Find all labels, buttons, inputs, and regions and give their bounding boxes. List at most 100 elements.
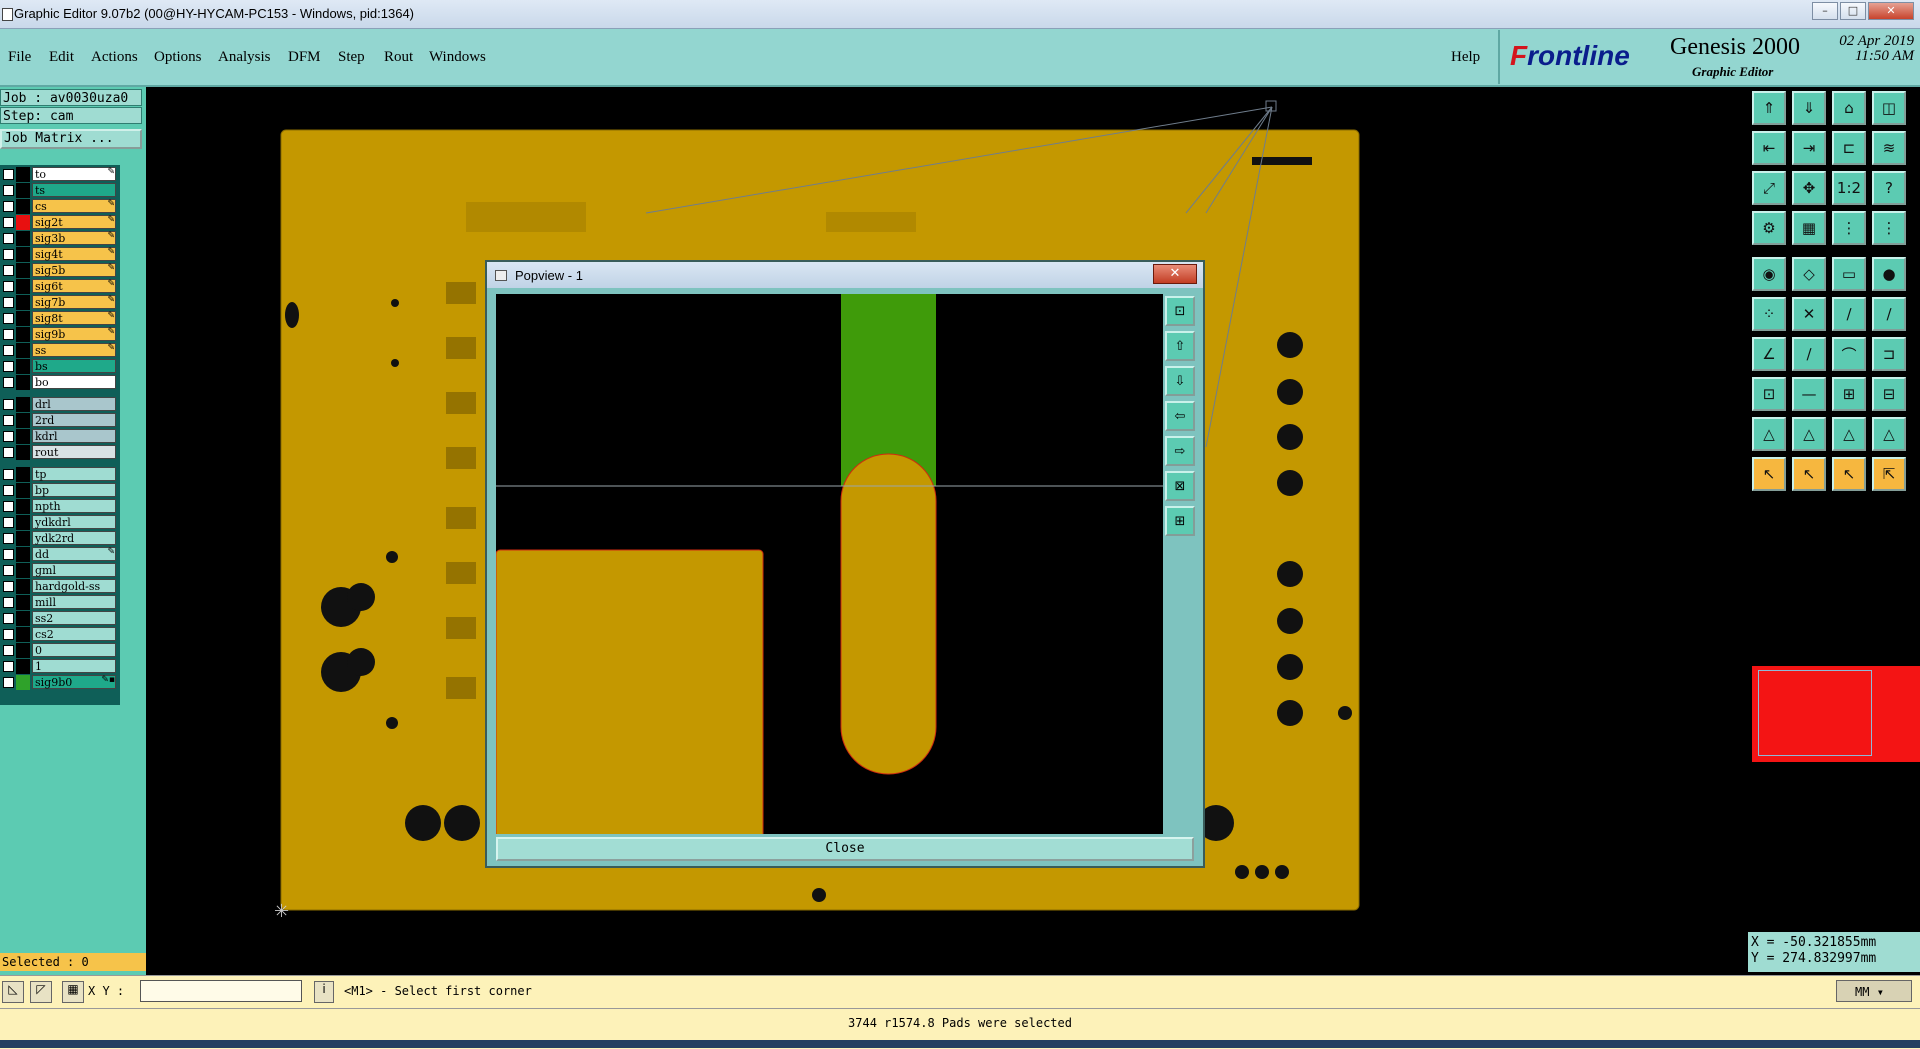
menu-actions[interactable]: Actions: [91, 49, 138, 66]
layer-checkbox[interactable]: [3, 533, 14, 544]
layer-checkbox[interactable]: [3, 645, 14, 656]
layer-row-ss2[interactable]: ss2: [0, 611, 118, 626]
tool-button-r1-c3[interactable]: ≋: [1872, 131, 1906, 165]
layer-row-2rd[interactable]: 2rd: [0, 413, 118, 428]
tool-button-r4-c1[interactable]: ◇: [1792, 257, 1826, 291]
layer-row-tp[interactable]: tp: [0, 467, 118, 482]
layer-row-dd[interactable]: dd ✎: [0, 547, 118, 562]
tool-button-r2-c0[interactable]: ⤢: [1752, 171, 1786, 205]
layer-checkbox[interactable]: [3, 399, 14, 410]
popview-tool-button[interactable]: ⊞: [1165, 506, 1195, 536]
layer-checkbox[interactable]: [3, 629, 14, 640]
tool-button-r5-c2[interactable]: ∕: [1832, 297, 1866, 331]
popview-tool-button[interactable]: ⇨: [1165, 436, 1195, 466]
menu-analysis[interactable]: Analysis: [218, 49, 271, 66]
layer-row-bp[interactable]: bp: [0, 483, 118, 498]
tool-button-r3-c3[interactable]: ⋮: [1872, 211, 1906, 245]
tool-button-r9-c2[interactable]: ↖: [1832, 457, 1866, 491]
layer-name[interactable]: dd: [32, 547, 116, 561]
layer-name[interactable]: rout: [32, 445, 116, 459]
layer-checkbox[interactable]: [3, 661, 14, 672]
popview-close-button[interactable]: Close: [496, 837, 1194, 861]
layer-name[interactable]: sig9b: [32, 327, 116, 341]
layer-name[interactable]: bp: [32, 483, 116, 497]
popview-tool-button[interactable]: ⇧: [1165, 331, 1195, 361]
layer-row-sig5b[interactable]: sig5b ✎: [0, 263, 118, 278]
tool-button-r4-c2[interactable]: ▭: [1832, 257, 1866, 291]
layer-checkbox[interactable]: [3, 597, 14, 608]
layer-checkbox[interactable]: [3, 485, 14, 496]
layer-row-mill[interactable]: mill: [0, 595, 118, 610]
layer-row-hardgold-ss[interactable]: hardgold-ss: [0, 579, 118, 594]
job-matrix-button[interactable]: Job Matrix ...: [0, 129, 142, 149]
menu-options[interactable]: Options: [154, 49, 202, 66]
layer-name[interactable]: ydk2rd: [32, 531, 116, 545]
menu-step[interactable]: Step: [338, 49, 365, 66]
layer-row-bs[interactable]: bs: [0, 359, 118, 374]
layer-name[interactable]: ss: [32, 343, 116, 357]
layer-name[interactable]: ss2: [32, 611, 116, 625]
layer-checkbox[interactable]: [3, 249, 14, 260]
tool-button-r4-c0[interactable]: ◉: [1752, 257, 1786, 291]
layer-row-bo[interactable]: bo: [0, 375, 118, 390]
layer-checkbox[interactable]: [3, 297, 14, 308]
popview-close-x-button[interactable]: ✕: [1153, 264, 1197, 284]
popview-tool-button[interactable]: ⊡: [1165, 296, 1195, 326]
layer-row-gml[interactable]: gml: [0, 563, 118, 578]
tool-button-r0-c3[interactable]: ◫: [1872, 91, 1906, 125]
measure-icon[interactable]: ◸: [30, 981, 52, 1003]
layer-checkbox[interactable]: [3, 581, 14, 592]
layer-checkbox[interactable]: [3, 217, 14, 228]
info-icon[interactable]: ⅰ: [314, 981, 334, 1003]
tool-button-r5-c0[interactable]: ⁘: [1752, 297, 1786, 331]
tool-button-r2-c2[interactable]: 1:2: [1832, 171, 1866, 205]
tool-button-r5-c1[interactable]: ✕: [1792, 297, 1826, 331]
tool-button-r8-c0[interactable]: △: [1752, 417, 1786, 451]
layer-name[interactable]: sig5b: [32, 263, 116, 277]
popview-tool-button[interactable]: ⇦: [1165, 401, 1195, 431]
tool-button-r8-c3[interactable]: △: [1872, 417, 1906, 451]
layer-row-kdrl[interactable]: kdrl: [0, 429, 118, 444]
tool-button-r1-c2[interactable]: ⊏: [1832, 131, 1866, 165]
layer-checkbox[interactable]: [3, 447, 14, 458]
layer-name[interactable]: kdrl: [32, 429, 116, 443]
layer-name[interactable]: drl: [32, 397, 116, 411]
layer-checkbox[interactable]: [3, 169, 14, 180]
tool-button-r8-c2[interactable]: △: [1832, 417, 1866, 451]
menu-file[interactable]: File: [8, 49, 31, 66]
layer-row-sig3b[interactable]: sig3b ✎: [0, 231, 118, 246]
maximize-button[interactable]: □: [1840, 2, 1866, 20]
tool-button-r9-c0[interactable]: ↖: [1752, 457, 1786, 491]
layer-row-npth[interactable]: npth: [0, 499, 118, 514]
tool-button-r3-c0[interactable]: ⚙: [1752, 211, 1786, 245]
window-close-button[interactable]: ✕: [1868, 2, 1914, 20]
layer-row-sig8t[interactable]: sig8t ✎: [0, 311, 118, 326]
menu-dfm[interactable]: DFM: [288, 49, 321, 66]
layer-row-sig6t[interactable]: sig6t ✎: [0, 279, 118, 294]
layer-checkbox[interactable]: [3, 377, 14, 388]
tool-button-r4-c3[interactable]: ●: [1872, 257, 1906, 291]
layer-checkbox[interactable]: [3, 431, 14, 442]
layer-name[interactable]: sig3b: [32, 231, 116, 245]
layer-name[interactable]: to: [32, 167, 116, 181]
layer-checkbox[interactable]: [3, 549, 14, 560]
layer-name[interactable]: sig8t: [32, 311, 116, 325]
layer-checkbox[interactable]: [3, 313, 14, 324]
layer-name[interactable]: bo: [32, 375, 116, 389]
layer-checkbox[interactable]: [3, 677, 14, 688]
layer-row-sig9b0[interactable]: sig9b0 ✎▪: [0, 675, 118, 690]
layer-checkbox[interactable]: [3, 281, 14, 292]
layer-checkbox[interactable]: [3, 201, 14, 212]
layer-name[interactable]: npth: [32, 499, 116, 513]
layer-name[interactable]: sig4t: [32, 247, 116, 261]
layer-checkbox[interactable]: [3, 345, 14, 356]
popview-canvas[interactable]: [496, 294, 1163, 834]
tool-button-r2-c1[interactable]: ✥: [1792, 171, 1826, 205]
tool-button-r1-c1[interactable]: ⇥: [1792, 131, 1826, 165]
tool-button-r7-c2[interactable]: ⊞: [1832, 377, 1866, 411]
layer-row-cs2[interactable]: cs2: [0, 627, 118, 642]
layer-row-rout[interactable]: rout: [0, 445, 118, 460]
layer-row-sig2t[interactable]: sig2t ✎: [0, 215, 118, 230]
tool-button-r6-c2[interactable]: ⌒: [1832, 337, 1866, 371]
popview-tool-button[interactable]: ⇩: [1165, 366, 1195, 396]
